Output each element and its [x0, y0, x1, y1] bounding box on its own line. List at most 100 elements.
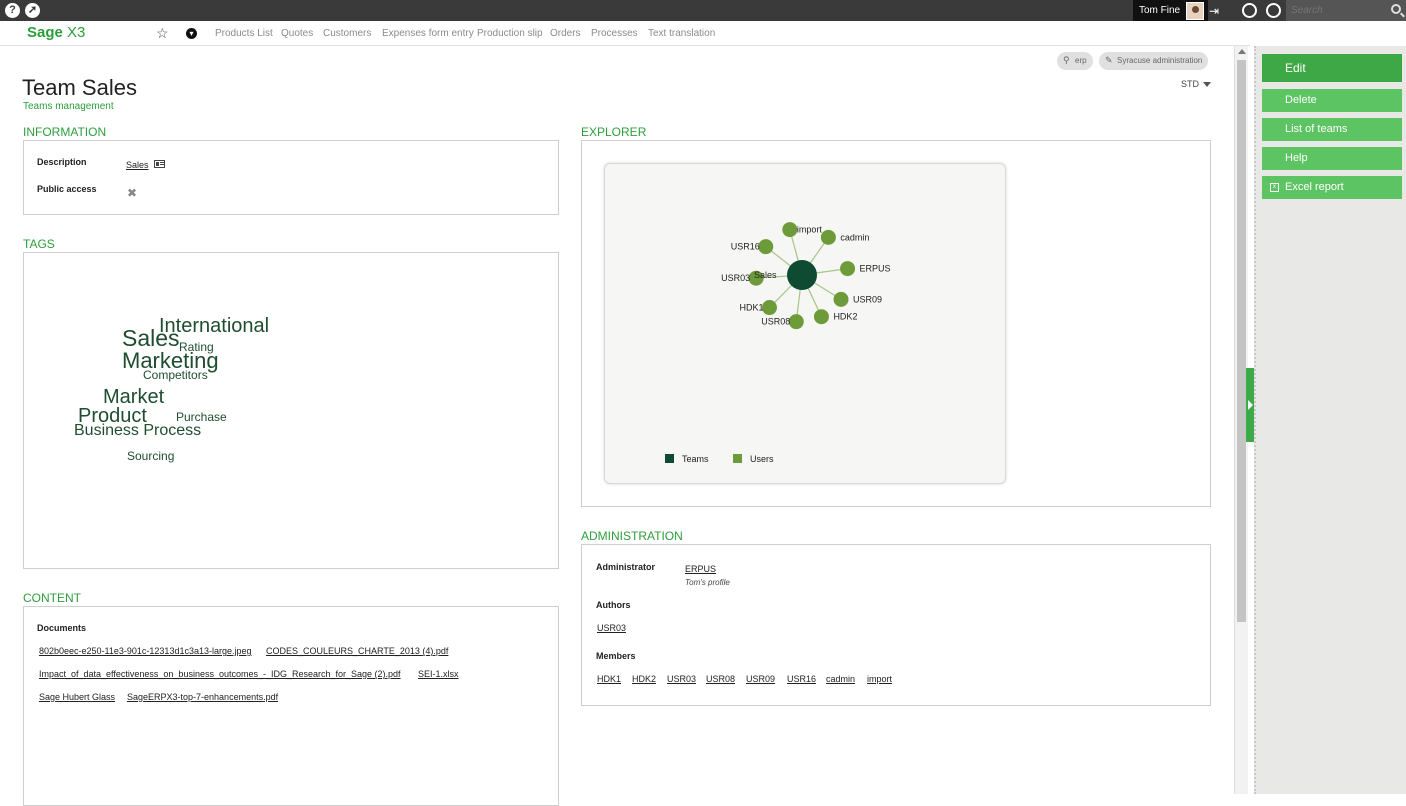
menu-item-processes[interactable]: Processes [591, 28, 638, 39]
graph-user-node[interactable] [840, 261, 856, 277]
no-entry-icon[interactable] [1266, 3, 1281, 18]
menu-item-quotes[interactable]: Quotes [281, 28, 313, 39]
help-button[interactable]: Help [1262, 147, 1402, 170]
menu-bar: Sage X3 ☆ ▾ Products List Quotes Custome… [0, 21, 1250, 46]
page-subtitle[interactable]: Teams management [23, 101, 114, 112]
graph-node-label: HDK1 [739, 303, 763, 313]
member-link[interactable]: HDK1 [597, 674, 621, 684]
help-icon[interactable]: ? [5, 3, 20, 18]
menu-item-text-translation[interactable]: Text translation [648, 28, 715, 39]
administrator-note: Tom's profile [685, 578, 730, 587]
list-of-teams-button[interactable]: List of teams [1262, 118, 1402, 141]
tags-box: International Sales Rating Marketing Com… [23, 252, 559, 569]
excel-report-button[interactable]: x Excel report [1262, 176, 1402, 199]
logout-icon[interactable]: ⇥ [1209, 4, 1219, 18]
menu-item-orders[interactable]: Orders [550, 28, 581, 39]
graph-user-node[interactable] [761, 300, 777, 316]
graph-user-node[interactable] [820, 229, 836, 245]
excel-report-label: Excel report [1285, 181, 1344, 193]
member-link[interactable]: import [867, 674, 892, 684]
top-bar: ? ➚ Tom Fine ⇥ [0, 0, 1406, 21]
network-graph[interactable]: import cadmin ERPUS USR09 HDK2 USR08 HDK1 USR03… [605, 164, 1007, 485]
wrench-icon: ⚲ [1063, 55, 1070, 65]
panel-toggle-handle[interactable] [1246, 368, 1254, 442]
pill-erp[interactable]: ⚲ erp [1057, 52, 1093, 70]
description-value[interactable]: Sales [126, 160, 149, 170]
delete-button[interactable]: Delete [1262, 89, 1402, 112]
tag-competitors[interactable]: Competitors [143, 368, 208, 382]
legend-teams-label: Teams [682, 454, 709, 464]
actions-panel: Edit Delete List of teams Help x Excel re… [1254, 46, 1406, 794]
brand-name: Sage [27, 24, 63, 41]
menu-item-products-list[interactable]: Products List [215, 28, 273, 39]
menu-item-production-slip[interactable]: Production slip [477, 28, 543, 39]
section-title-administration: ADMINISTRATION [581, 529, 683, 543]
administration-box: Administrator ERPUS Tom's profile Author… [581, 544, 1211, 706]
member-link[interactable]: cadmin [826, 674, 855, 684]
main-content: Team Sales Teams management ⚲ erp ✎ Syracu… [0, 46, 1234, 806]
scroll-up-arrow-icon[interactable] [1238, 49, 1246, 54]
navigator-icon[interactable]: ➚ [25, 3, 40, 18]
document-link[interactable]: CODES_COULEURS_CHARTE_2013 (4).pdf [266, 646, 448, 656]
network-graph-card[interactable]: import cadmin ERPUS USR09 HDK2 USR08 HDK1 USR03… [604, 163, 1006, 484]
section-title-content: CONTENT [23, 591, 81, 605]
graph-node-label: USR08 [761, 317, 790, 327]
graph-node-label: USR09 [853, 294, 882, 304]
menu-item-expenses-form-entry[interactable]: Expenses form entry [382, 28, 474, 39]
document-link[interactable]: Sage Hubert Glass [39, 692, 115, 702]
document-link[interactable]: SEI-1.xlsx [418, 669, 459, 679]
graph-user-node[interactable] [758, 239, 774, 255]
brand-suffix: X3 [67, 24, 86, 41]
legend-users-label: Users [750, 454, 774, 464]
graph-node-label: ERPUS [860, 264, 891, 274]
content-box: Documents 802b0eec-e250-11e3-901c-12313d… [23, 606, 559, 806]
brand-logo[interactable]: Sage X3 [27, 24, 85, 41]
member-link[interactable]: USR16 [787, 674, 816, 684]
pill-syracuse-label: Syracuse administration [1117, 56, 1203, 65]
administrator-label: Administrator [596, 562, 656, 572]
documents-label: Documents [37, 623, 87, 633]
graph-user-node[interactable] [813, 309, 829, 325]
information-box: Description Sales Public access ✖ [23, 140, 559, 215]
cross-icon: ✖ [127, 186, 138, 200]
graph-node-label: USR16 [731, 242, 760, 252]
caret-down-icon[interactable] [1203, 82, 1211, 87]
tag-business-process[interactable]: Business Process [74, 422, 201, 440]
tools-icon: ✎ [1105, 55, 1113, 65]
member-link[interactable]: USR09 [746, 674, 775, 684]
pill-syracuse-administration[interactable]: ✎ Syracuse administration [1099, 52, 1209, 70]
graph-user-node[interactable] [833, 291, 849, 307]
graph-team-node[interactable] [787, 260, 817, 290]
edit-button[interactable]: Edit [1262, 54, 1402, 82]
page-title: Team Sales [22, 75, 137, 100]
graph-node-label: cadmin [840, 232, 869, 242]
scrollbar-thumb[interactable] [1237, 60, 1246, 622]
author-link[interactable]: USR03 [597, 623, 626, 633]
authors-label: Authors [596, 600, 631, 610]
graph-node-label: HDK2 [833, 312, 857, 322]
layout-selector[interactable]: STD [1181, 79, 1199, 89]
avatar[interactable] [1186, 2, 1204, 20]
member-link[interactable]: USR03 [667, 674, 696, 684]
settings-icon[interactable] [1242, 3, 1257, 18]
search-icon[interactable] [1391, 4, 1401, 14]
administrator-value[interactable]: ERPUS [685, 564, 716, 574]
member-link[interactable]: USR08 [706, 674, 735, 684]
document-link[interactable]: SageERPX3-top-7-enhancements.pdf [127, 692, 278, 702]
search-input[interactable] [1286, 0, 1406, 21]
excel-icon: x [1270, 183, 1279, 192]
members-label: Members [596, 651, 636, 661]
graph-user-node[interactable] [782, 222, 798, 238]
chevron-down-icon[interactable]: ▾ [186, 28, 197, 39]
legend-teams-swatch [665, 454, 674, 463]
document-link[interactable]: Impact_of_data_effectiveness_on_business… [39, 669, 401, 679]
favorite-star-icon[interactable]: ☆ [156, 25, 169, 42]
section-title-information: INFORMATION [23, 125, 107, 139]
document-link[interactable]: 802b0eec-e250-11e3-901c-12313d1c3a13-lar… [39, 646, 252, 656]
pill-erp-label: erp [1075, 56, 1087, 65]
menu-item-customers[interactable]: Customers [323, 28, 371, 39]
member-link[interactable]: HDK2 [632, 674, 656, 684]
tag-sourcing[interactable]: Sourcing [127, 449, 174, 463]
details-card-icon[interactable] [154, 160, 165, 168]
graph-user-node[interactable] [788, 314, 804, 330]
